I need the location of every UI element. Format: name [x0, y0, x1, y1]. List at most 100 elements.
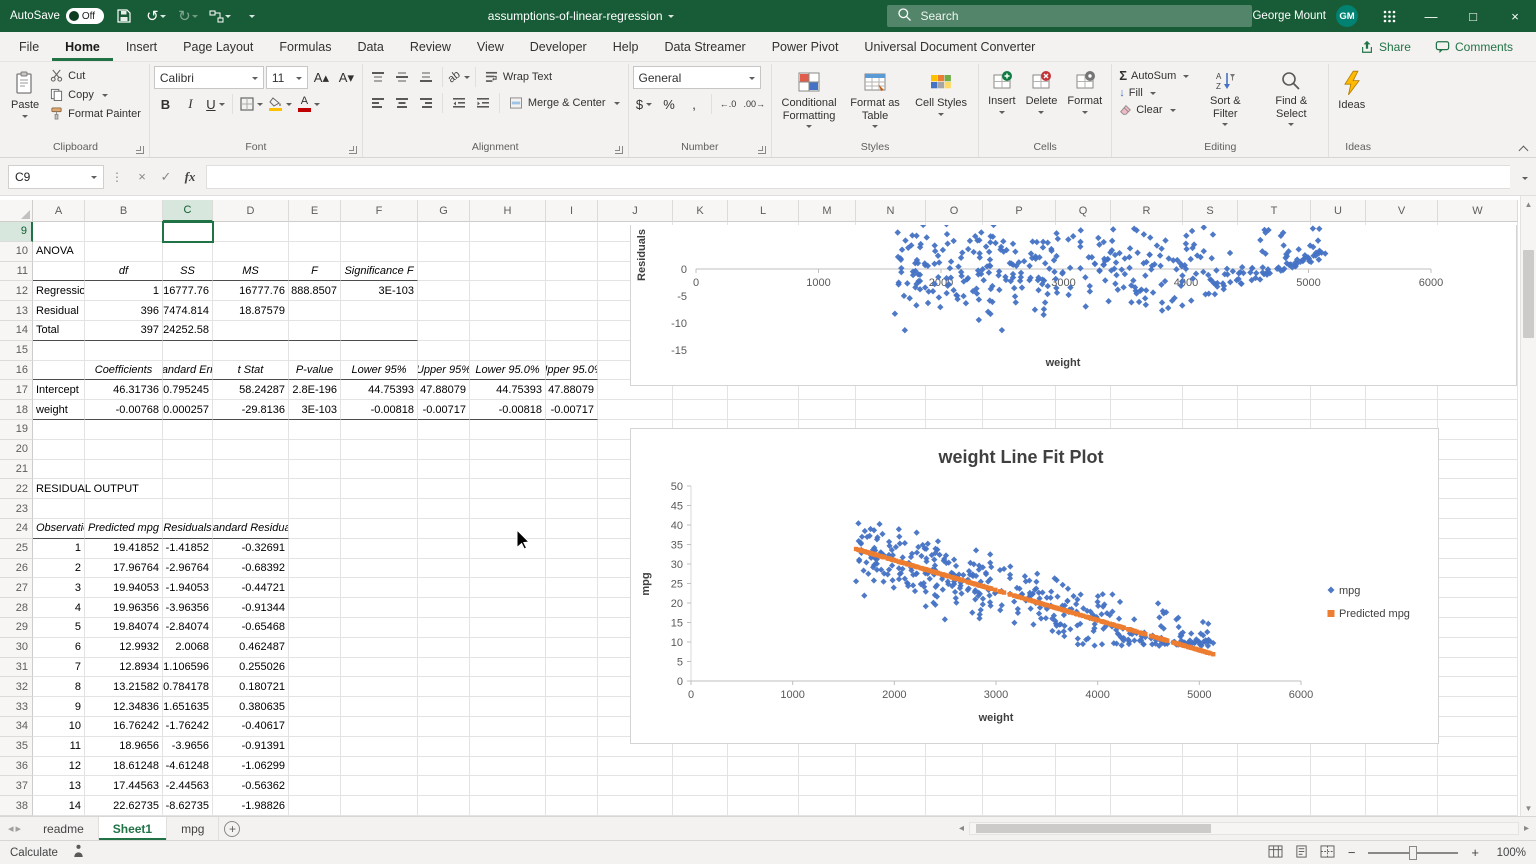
cell-B21[interactable] [85, 460, 163, 480]
cell-G16[interactable]: Upper 95% [418, 361, 470, 381]
cell-C30[interactable]: 2.0068 [163, 638, 213, 658]
cell-N37[interactable] [856, 776, 926, 796]
cell-L38[interactable] [728, 796, 799, 816]
hscroll-left-arrow[interactable]: ◂ [956, 823, 967, 834]
cell-G29[interactable] [418, 618, 470, 638]
cell-A18[interactable]: weight [33, 400, 85, 420]
row-header-18[interactable]: 18 [0, 400, 33, 420]
cell-E34[interactable] [289, 717, 341, 737]
cell-G35[interactable] [418, 737, 470, 757]
tab-universal-document-converter[interactable]: Universal Document Converter [851, 32, 1048, 61]
cell-C22[interactable] [163, 479, 213, 499]
sheet-tab-readme[interactable]: readme [29, 817, 99, 840]
font-color-caret[interactable] [314, 103, 320, 109]
cell-W38[interactable] [1438, 796, 1518, 816]
format-cells-button[interactable]: Format [1062, 66, 1107, 119]
cell-C26[interactable]: -2.96764 [163, 559, 213, 579]
cell-I28[interactable] [546, 598, 598, 618]
tab-power-pivot[interactable]: Power Pivot [759, 32, 852, 61]
cell-I38[interactable] [546, 796, 598, 816]
customize-quick-access-caret[interactable] [240, 4, 264, 28]
column-header-V[interactable]: V [1366, 200, 1438, 222]
delete-cells-button[interactable]: Delete [1021, 66, 1063, 119]
cell-F34[interactable] [341, 717, 418, 737]
cell-C32[interactable]: 0.784178 [163, 677, 213, 697]
enter-icon[interactable]: ✓ [154, 169, 178, 185]
cell-H32[interactable] [470, 677, 546, 697]
cell-A19[interactable] [33, 420, 85, 440]
cell-I31[interactable] [546, 658, 598, 678]
cell-F13[interactable] [341, 301, 418, 321]
borders-caret[interactable] [257, 103, 263, 109]
sort-filter-caret[interactable] [1222, 123, 1228, 129]
cell-T36[interactable] [1238, 757, 1311, 777]
line-fit-chart[interactable]: 0100020003000400050006000051015202530354… [630, 428, 1439, 744]
tab-page-layout[interactable]: Page Layout [170, 32, 266, 61]
cell-F27[interactable] [341, 578, 418, 598]
autosum-caret[interactable] [1183, 75, 1189, 81]
cell-N38[interactable] [856, 796, 926, 816]
font-color-button[interactable]: A [296, 93, 322, 115]
cell-D23[interactable] [213, 499, 289, 519]
cell-D27[interactable]: -0.44721 [213, 578, 289, 598]
cell-A23[interactable] [33, 499, 85, 519]
undo-button[interactable]: ↺ [144, 4, 168, 28]
cell-I17[interactable]: 47.88079 [546, 380, 598, 400]
cell-W30[interactable] [1438, 638, 1518, 658]
minimize-button[interactable]: — [1410, 0, 1452, 32]
merge-center-button[interactable]: Merge & Center [505, 94, 624, 112]
cell-F37[interactable] [341, 776, 418, 796]
alignment-dialog-launcher[interactable] [615, 146, 623, 154]
tab-formulas[interactable]: Formulas [266, 32, 344, 61]
tab-insert[interactable]: Insert [113, 32, 170, 61]
cell-F35[interactable] [341, 737, 418, 757]
accounting-format-button[interactable]: $ [633, 93, 656, 115]
cell-A11[interactable] [33, 262, 85, 282]
cell-styles-button[interactable]: Cell Styles [908, 66, 974, 121]
insert-cells-caret[interactable] [999, 111, 1005, 117]
cell-I10[interactable] [546, 242, 598, 262]
row-header-17[interactable]: 17 [0, 380, 33, 400]
borders-button[interactable] [238, 93, 265, 115]
cell-K36[interactable] [673, 757, 728, 777]
name-box[interactable]: C9 [8, 165, 104, 189]
cell-V18[interactable] [1366, 400, 1438, 420]
cell-B13[interactable]: 396 [85, 301, 163, 321]
cell-I20[interactable] [546, 440, 598, 460]
column-header-S[interactable]: S [1183, 200, 1238, 222]
cell-B11[interactable]: df [85, 262, 163, 282]
cell-Q38[interactable] [1056, 796, 1111, 816]
cell-H29[interactable] [470, 618, 546, 638]
cell-I30[interactable] [546, 638, 598, 658]
cell-E31[interactable] [289, 658, 341, 678]
cell-W19[interactable] [1438, 420, 1518, 440]
cell-I14[interactable] [546, 321, 598, 341]
cell-W21[interactable] [1438, 460, 1518, 480]
formula-input[interactable] [206, 165, 1510, 189]
tab-help[interactable]: Help [600, 32, 652, 61]
cell-H19[interactable] [470, 420, 546, 440]
cell-J18[interactable] [598, 400, 673, 420]
cell-E24[interactable] [289, 519, 341, 539]
row-header-37[interactable]: 37 [0, 776, 33, 796]
cell-R37[interactable] [1111, 776, 1183, 796]
cell-I13[interactable] [546, 301, 598, 321]
cell-G30[interactable] [418, 638, 470, 658]
cell-J38[interactable] [598, 796, 673, 816]
cell-F28[interactable] [341, 598, 418, 618]
column-header-W[interactable]: W [1438, 200, 1518, 222]
cell-K38[interactable] [673, 796, 728, 816]
cell-B20[interactable] [85, 440, 163, 460]
conditional-formatting-button[interactable]: Conditional Formatting [776, 66, 842, 133]
cell-E10[interactable] [289, 242, 341, 262]
cell-B31[interactable]: 12.8934 [85, 658, 163, 678]
cell-D14[interactable] [213, 321, 289, 341]
document-title-caret[interactable] [668, 15, 674, 21]
cell-G33[interactable] [418, 697, 470, 717]
cell-H12[interactable] [470, 281, 546, 301]
zoom-level[interactable]: 100% [1492, 847, 1526, 859]
cell-W29[interactable] [1438, 618, 1518, 638]
cell-H31[interactable] [470, 658, 546, 678]
cell-C14[interactable]: 24252.58 [163, 321, 213, 341]
cell-G12[interactable] [418, 281, 470, 301]
